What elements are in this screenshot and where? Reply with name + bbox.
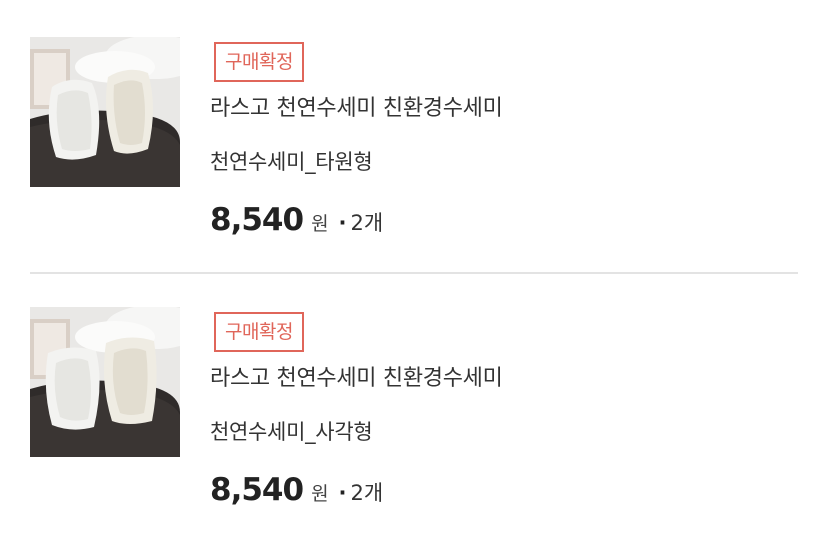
product-thumbnail[interactable]	[30, 307, 180, 457]
divider	[30, 272, 798, 274]
product-name[interactable]: 라스고 천연수세미 친환경수세미	[210, 90, 503, 122]
quantity-label: 2개	[350, 211, 384, 235]
product-name[interactable]: 라스고 천연수세미 친환경수세미	[210, 360, 503, 392]
price-value: 8,540	[210, 202, 304, 238]
separator-dot: ·	[338, 211, 347, 235]
currency-label: 원	[311, 483, 329, 505]
order-info: 구매확정 라스고 천연수세미 친환경수세미 천연수세미_타원형 8,540 원 …	[210, 42, 774, 238]
status-badge: 구매확정	[214, 312, 304, 352]
order-info: 구매확정 라스고 천연수세미 친환경수세미 천연수세미_사각형 8,540 원 …	[210, 312, 774, 508]
product-thumbnail[interactable]	[30, 37, 180, 187]
order-list: 구매확정 라스고 천연수세미 친환경수세미 천연수세미_타원형 8,540 원 …	[0, 0, 828, 540]
order-item[interactable]: 구매확정 라스고 천연수세미 친환경수세미 천연수세미_사각형 8,540 원 …	[30, 307, 798, 537]
price-row: 8,540 원 · 2개	[210, 202, 383, 238]
loofah-sponge-image	[30, 37, 180, 187]
quantity-label: 2개	[350, 481, 384, 505]
currency-label: 원	[311, 213, 329, 235]
product-option: 천연수세미_사각형	[210, 420, 373, 444]
separator-dot: ·	[338, 481, 347, 505]
price-value: 8,540	[210, 472, 304, 508]
product-option: 천연수세미_타원형	[210, 150, 373, 174]
status-badge: 구매확정	[214, 42, 304, 82]
price-row: 8,540 원 · 2개	[210, 472, 383, 508]
loofah-sponge-image	[30, 307, 180, 457]
order-item[interactable]: 구매확정 라스고 천연수세미 친환경수세미 천연수세미_타원형 8,540 원 …	[30, 37, 798, 267]
